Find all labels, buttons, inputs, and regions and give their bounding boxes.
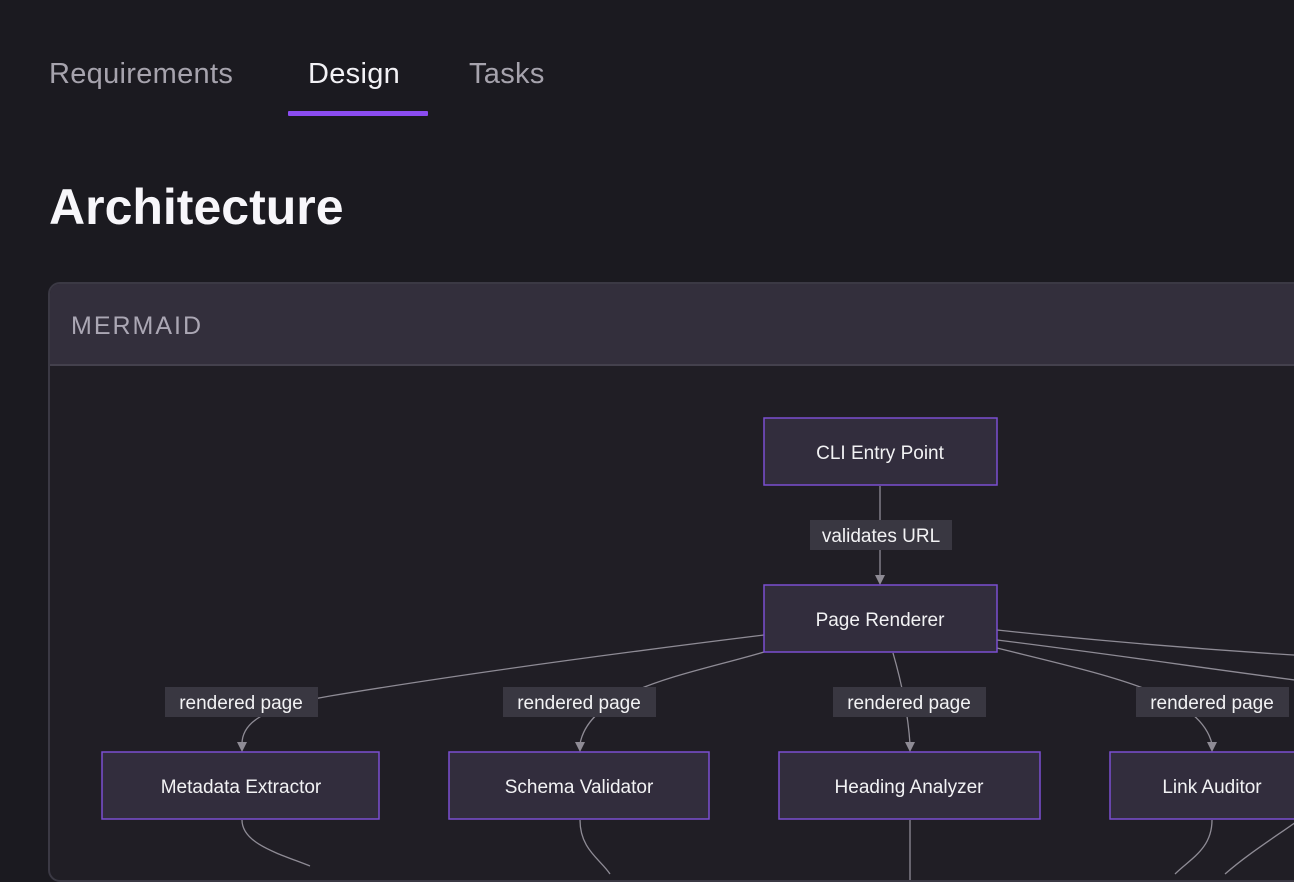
edge-metadata-down <box>241 819 311 867</box>
node-label: Metadata Extractor <box>161 777 322 798</box>
edge-label-text: rendered page <box>1150 693 1274 714</box>
mermaid-panel: MERMAID validates URL rendered page rend… <box>48 282 1294 882</box>
edge-label-validates-url: validates URL <box>810 520 952 550</box>
edge-renderer-offscreen-1 <box>996 629 1294 656</box>
node-label: Heading Analyzer <box>835 777 985 798</box>
page-title: Architecture <box>49 179 344 235</box>
node-label: Link Auditor <box>1162 777 1262 798</box>
edge-links-down <box>1174 819 1213 875</box>
edge-offscreen-down <box>1224 822 1294 875</box>
edge-label-rendered-page-3: rendered page <box>833 687 986 717</box>
node-heading-analyzer[interactable]: Heading Analyzer <box>778 751 1041 820</box>
architecture-diagram: validates URL rendered page rendered pag… <box>101 417 1294 880</box>
edge-label-rendered-page-4: rendered page <box>1136 687 1289 717</box>
edge-label-rendered-page-2: rendered page <box>503 687 656 717</box>
tab-bar: Requirements Design Tasks <box>0 0 1294 120</box>
edge-label-text: validates URL <box>822 526 940 547</box>
edge-label-text: rendered page <box>179 693 303 714</box>
edge-label-rendered-page-1: rendered page <box>165 687 318 717</box>
arrowhead <box>237 742 247 752</box>
edges <box>237 486 1294 880</box>
tab-tasks[interactable]: Tasks <box>469 58 545 91</box>
arrowhead <box>575 742 585 752</box>
edge-label-text: rendered page <box>517 693 641 714</box>
active-tab-indicator <box>288 111 428 116</box>
tab-requirements[interactable]: Requirements <box>49 58 233 91</box>
node-page-renderer[interactable]: Page Renderer <box>763 584 998 653</box>
node-metadata-extractor[interactable]: Metadata Extractor <box>101 751 380 820</box>
edge-label-text: rendered page <box>847 693 971 714</box>
node-label: Schema Validator <box>505 777 654 798</box>
edge-renderer-offscreen-2 <box>996 639 1294 681</box>
arrowhead <box>875 575 885 585</box>
node-schema-validator[interactable]: Schema Validator <box>448 751 710 820</box>
tab-design[interactable]: Design <box>308 58 400 91</box>
arrowhead <box>1207 742 1217 752</box>
edge-schema-down <box>579 819 611 875</box>
node-label: Page Renderer <box>816 610 946 631</box>
node-cli-entry-point[interactable]: CLI Entry Point <box>763 417 998 486</box>
arrowhead <box>905 742 915 752</box>
node-link-auditor[interactable]: Link Auditor <box>1109 751 1294 820</box>
node-label: CLI Entry Point <box>816 443 944 464</box>
